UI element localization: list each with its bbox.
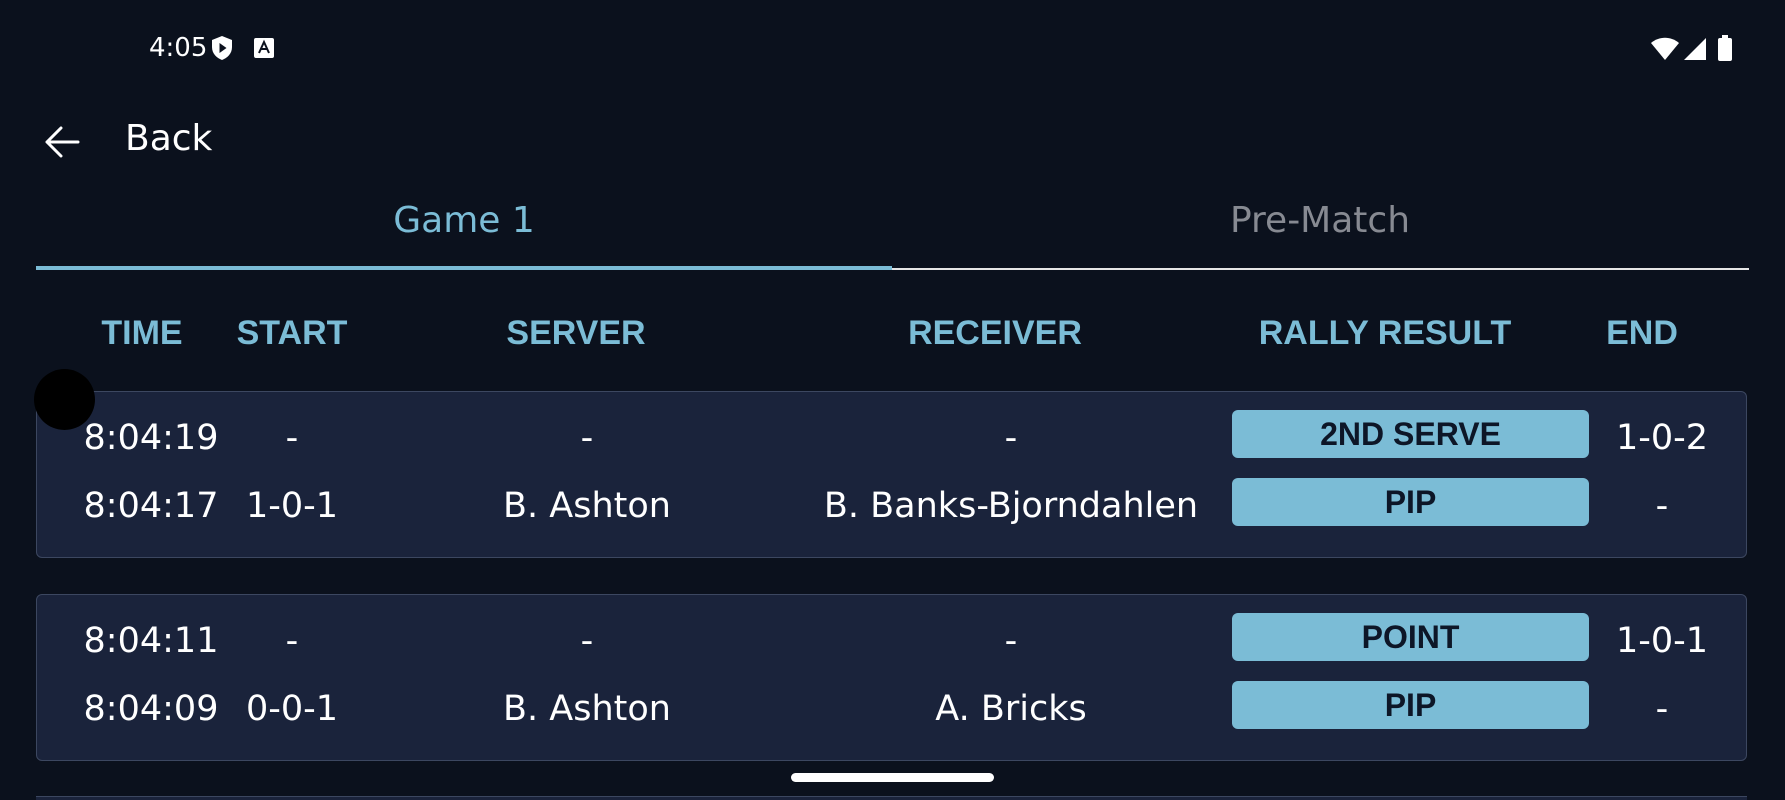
cell-start: - bbox=[285, 418, 299, 458]
touch-indicator bbox=[34, 369, 95, 430]
cell-time: 8:04:11 bbox=[83, 621, 219, 661]
cell-end: 1-0-1 bbox=[1615, 621, 1709, 661]
cell-time: 8:04:19 bbox=[83, 418, 219, 458]
cell-end: 1-0-2 bbox=[1615, 418, 1709, 458]
shield-play-icon bbox=[210, 35, 234, 66]
rally-card[interactable]: 8:04:11 - - - POINT 1-0-1 8:04:09 0-0-1 … bbox=[36, 594, 1747, 761]
battery-icon bbox=[1718, 35, 1732, 66]
cell-start: - bbox=[285, 621, 299, 661]
rally-result-badge[interactable]: PIP bbox=[1232, 478, 1589, 526]
header-start: START bbox=[236, 314, 348, 352]
match-log-screen: 4:05 Back Game 1 Pre-Match TIME START SE… bbox=[0, 0, 1785, 800]
tab-game-1[interactable]: Game 1 bbox=[36, 200, 892, 241]
cell-start: 0-0-1 bbox=[245, 689, 339, 729]
rally-result-badge[interactable]: POINT bbox=[1232, 613, 1589, 661]
status-time: 4:05 bbox=[149, 33, 208, 63]
wifi-icon bbox=[1650, 37, 1680, 66]
cellular-signal-icon bbox=[1683, 37, 1707, 66]
home-indicator-bar[interactable] bbox=[791, 773, 994, 782]
cell-end: - bbox=[1655, 486, 1669, 526]
header-time: TIME bbox=[101, 314, 183, 352]
header-rally-result: RALLY RESULT bbox=[1258, 314, 1512, 352]
tab-selected-indicator bbox=[36, 266, 892, 270]
back-label[interactable]: Back bbox=[125, 118, 212, 159]
cell-end: - bbox=[1655, 689, 1669, 729]
cell-time: 8:04:17 bbox=[83, 486, 219, 526]
cell-server: - bbox=[580, 621, 594, 661]
cell-receiver: A. Bricks bbox=[935, 689, 1087, 729]
cell-receiver: B. Banks-Bjorndahlen bbox=[823, 486, 1199, 526]
back-arrow-icon[interactable] bbox=[44, 124, 80, 165]
tab-pre-match[interactable]: Pre-Match bbox=[892, 200, 1748, 241]
cell-receiver: - bbox=[1004, 621, 1018, 661]
cell-server: - bbox=[580, 418, 594, 458]
rally-card[interactable]: 8:04:19 - - - 2ND SERVE 1-0-2 8:04:17 1-… bbox=[36, 391, 1747, 558]
next-rally-card-edge bbox=[36, 796, 1747, 800]
cell-server: B. Ashton bbox=[503, 689, 671, 729]
header-end: END bbox=[1606, 314, 1678, 352]
cell-receiver: - bbox=[1004, 418, 1018, 458]
tab-divider bbox=[892, 268, 1749, 270]
cell-start: 1-0-1 bbox=[245, 486, 339, 526]
rally-result-badge[interactable]: 2ND SERVE bbox=[1232, 410, 1589, 458]
header-receiver: RECEIVER bbox=[908, 314, 1082, 352]
font-a-icon bbox=[254, 38, 274, 63]
rally-result-badge[interactable]: PIP bbox=[1232, 681, 1589, 729]
cell-server: B. Ashton bbox=[503, 486, 671, 526]
header-server: SERVER bbox=[506, 314, 646, 352]
cell-time: 8:04:09 bbox=[83, 689, 219, 729]
